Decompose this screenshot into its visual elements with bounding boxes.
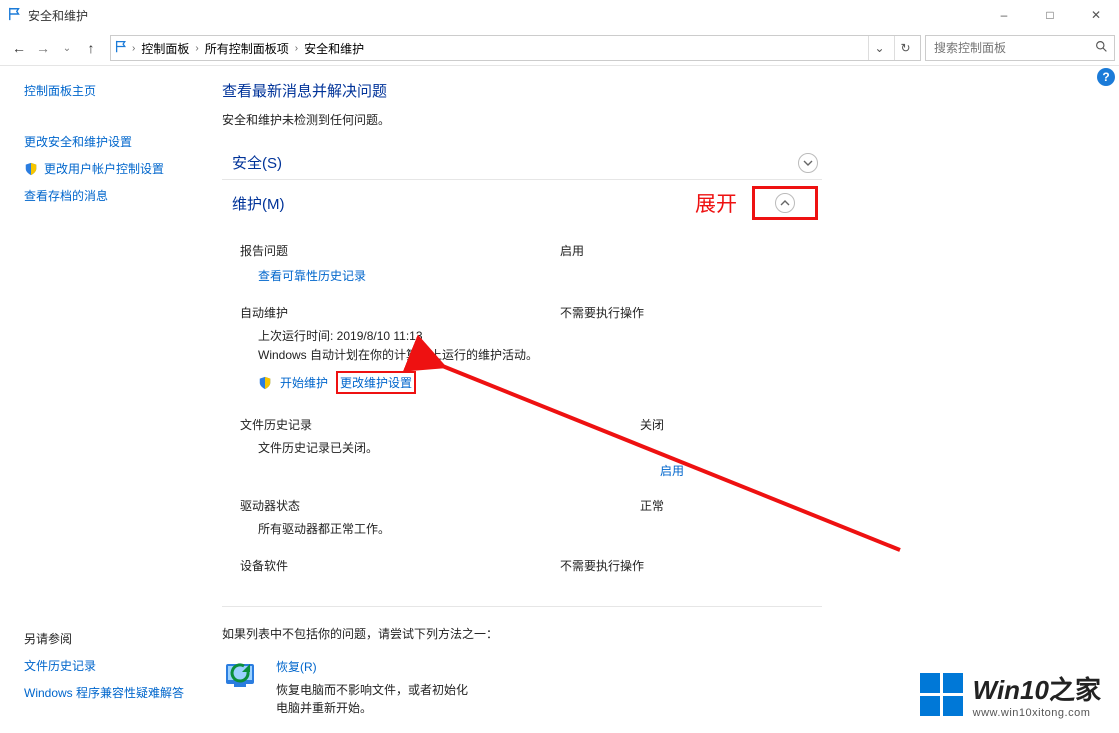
auto-maintenance-value: 不需要执行操作 (560, 304, 644, 321)
sidebar-archived-messages[interactable]: 查看存档的消息 (24, 187, 108, 204)
forward-button[interactable]: → (32, 40, 54, 56)
watermark-url: www.win10xitong.com (973, 707, 1101, 719)
watermark-logo-icon (920, 673, 963, 716)
reliability-history-link[interactable]: 查看可靠性历史记录 (258, 269, 366, 283)
recent-dropdown[interactable]: ⌄ (56, 43, 78, 54)
file-history-enable-link[interactable]: 启用 (660, 464, 684, 478)
auto-maintenance-lastrun: 上次运行时间: 2019/8/10 11:13 (258, 327, 812, 344)
device-software-label: 设备软件 (240, 557, 560, 574)
flag-icon (8, 7, 22, 24)
drive-status-desc: 所有驱动器都正常工作。 (258, 520, 812, 537)
refresh-button[interactable]: ↻ (894, 36, 916, 60)
drive-status-value: 正常 (640, 497, 664, 514)
report-problems-row: 报告问题 启用 (240, 242, 812, 259)
chevron-right-icon: › (132, 43, 135, 54)
window-title: 安全和维护 (28, 7, 981, 24)
recovery-icon (222, 658, 262, 698)
close-button[interactable]: ✕ (1073, 0, 1119, 30)
crumb-all-items[interactable]: 所有控制面板项 (203, 40, 291, 57)
annotation-box (752, 186, 818, 220)
security-section-header[interactable]: 安全(S) (222, 146, 822, 179)
chevron-right-icon: › (295, 43, 298, 54)
annotation-expand: 展开 (695, 186, 818, 220)
maximize-button[interactable]: □ (1027, 0, 1073, 30)
footer-note: 如果列表中不包括你的问题，请尝试下列方法之一： (222, 625, 822, 642)
minimize-button[interactable]: – (981, 0, 1027, 30)
back-button[interactable]: ← (8, 40, 30, 56)
crumb-current[interactable]: 安全和维护 (302, 40, 366, 57)
security-title: 安全(S) (232, 152, 282, 173)
drive-status-label: 驱动器状态 (240, 497, 640, 514)
sidebar-file-history[interactable]: 文件历史记录 (24, 657, 96, 674)
file-history-value: 关闭 (640, 416, 664, 433)
report-problems-label: 报告问题 (240, 242, 560, 259)
search-box[interactable] (925, 35, 1115, 61)
recovery-section: 恢复(R) 恢复电脑而不影响文件，或者初始化电脑并重新开始。 (222, 658, 822, 717)
device-software-value: 不需要执行操作 (560, 557, 644, 574)
start-maintenance-link[interactable]: 开始维护 (280, 374, 328, 391)
maintenance-title: 维护(M) (232, 193, 285, 214)
sidebar-change-uac-settings[interactable]: 更改用户帐户控制设置 (44, 160, 164, 177)
sidebar-home-link[interactable]: 控制面板主页 (24, 82, 96, 99)
shield-icon (258, 376, 272, 390)
annotation-box-change-settings: 更改维护设置 (336, 371, 416, 394)
file-history-label: 文件历史记录 (240, 416, 640, 433)
content-area: ? 控制面板主页 更改安全和维护设置 更改用户帐户控制设置 查看存档的消息 另请… (0, 66, 1119, 733)
chevron-up-icon[interactable] (775, 193, 795, 213)
maintenance-section-header[interactable]: 维护(M) 展开 (222, 179, 822, 226)
shield-icon (24, 162, 38, 176)
sidebar: 控制面板主页 更改安全和维护设置 更改用户帐户控制设置 查看存档的消息 另请参阅… (0, 66, 210, 733)
breadcrumb[interactable]: › 控制面板 › 所有控制面板项 › 安全和维护 ⌄ ↻ (110, 35, 921, 61)
breadcrumb-dropdown[interactable]: ⌄ (868, 36, 890, 60)
file-history-desc: 文件历史记录已关闭。 (258, 439, 812, 456)
page-title: 查看最新消息并解决问题 (222, 80, 1095, 101)
auto-maintenance-desc: Windows 自动计划在你的计算机上运行的维护活动。 (258, 346, 812, 363)
change-maintenance-settings-link[interactable]: 更改维护设置 (340, 376, 412, 390)
maintenance-section-body: 报告问题 启用 查看可靠性历史记录 自动维护 不需要执行操作 上次运行时间: 2… (222, 226, 822, 584)
sidebar-change-security-settings[interactable]: 更改安全和维护设置 (24, 133, 132, 150)
watermark: Win10之家 www.win10xitong.com (920, 670, 1101, 719)
sidebar-compat-troubleshoot[interactable]: Windows 程序兼容性疑难解答 (24, 684, 184, 701)
breadcrumb-flag-icon (115, 40, 128, 56)
window-controls: – □ ✕ (981, 0, 1119, 30)
chevron-right-icon: › (195, 43, 198, 54)
see-also-header: 另请参阅 (24, 630, 198, 647)
up-button[interactable]: ↑ (80, 40, 102, 56)
auto-maintenance-label: 自动维护 (240, 304, 560, 321)
page-subtitle: 安全和维护未检测到任何问题。 (222, 111, 1095, 128)
report-problems-value: 启用 (560, 242, 584, 259)
device-software-row: 设备软件 不需要执行操作 (240, 557, 812, 574)
auto-maintenance-row: 自动维护 不需要执行操作 (240, 304, 812, 321)
divider (222, 606, 822, 607)
recovery-link[interactable]: 恢复(R) (276, 660, 317, 674)
search-icon[interactable] (1095, 40, 1108, 56)
recovery-desc: 恢复电脑而不影响文件，或者初始化电脑并重新开始。 (276, 681, 476, 717)
drive-status-row: 驱动器状态 正常 (240, 497, 812, 514)
chevron-down-icon[interactable] (798, 153, 818, 173)
file-history-row: 文件历史记录 关闭 (240, 416, 812, 433)
titlebar: 安全和维护 – □ ✕ (0, 0, 1119, 30)
watermark-brand-zh: 之家 (1049, 675, 1101, 705)
nav-arrows: ← → ⌄ ↑ (4, 40, 106, 56)
search-input[interactable] (932, 40, 1082, 56)
address-bar: ← → ⌄ ↑ › 控制面板 › 所有控制面板项 › 安全和维护 ⌄ ↻ (0, 30, 1119, 66)
watermark-brand-en: Win10 (973, 675, 1049, 705)
crumb-control-panel[interactable]: 控制面板 (139, 40, 191, 57)
main-panel: 查看最新消息并解决问题 安全和维护未检测到任何问题。 安全(S) 维护(M) 展… (210, 66, 1119, 733)
